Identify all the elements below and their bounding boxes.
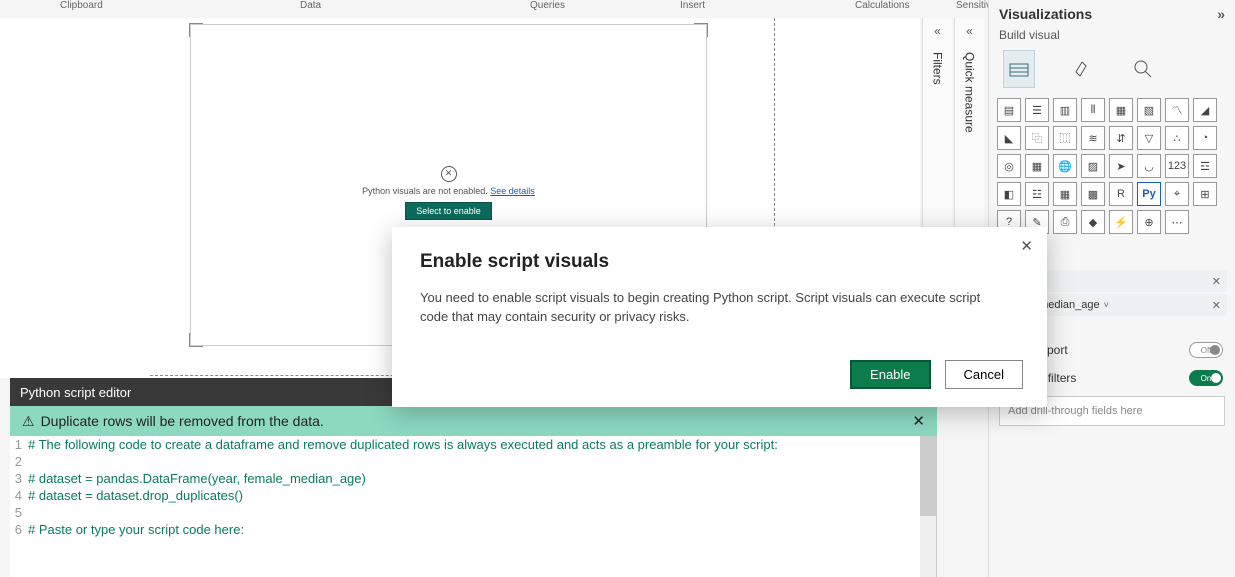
azure-map-icon[interactable]: ➤ — [1109, 154, 1133, 178]
stacked-column-chart-icon[interactable]: ▥ — [1053, 98, 1077, 122]
table-icon[interactable]: ▦ — [1053, 182, 1077, 206]
script-warning-bar: ⚠ Duplicate rows will be removed from th… — [10, 406, 937, 436]
matrix-icon[interactable]: ▩ — [1081, 182, 1105, 206]
stacked-bar-chart-icon[interactable]: ▤ — [997, 98, 1021, 122]
dialog-title: Enable script visuals — [420, 251, 1019, 273]
line-stacked-column-icon[interactable]: ⿻ — [1025, 126, 1049, 150]
waterfall-chart-icon[interactable]: ⇵ — [1109, 126, 1133, 150]
analytics-tab[interactable] — [1127, 50, 1159, 88]
build-visual-tab[interactable] — [1003, 50, 1035, 88]
ribbon-group-insert: Insert — [680, 0, 705, 11]
collapse-visualizations-icon[interactable]: » — [1217, 6, 1225, 22]
area-chart-icon[interactable]: ◢ — [1193, 98, 1217, 122]
close-dialog-button[interactable]: ✕ — [1020, 237, 1033, 255]
card-icon[interactable]: 123 — [1165, 154, 1189, 178]
script-warning-text: Duplicate rows will be removed from the … — [41, 413, 324, 429]
ribbon-chart-icon[interactable]: ≋ — [1081, 126, 1105, 150]
arcgis-icon[interactable]: ⊕ — [1137, 210, 1161, 234]
code-scrollbar[interactable] — [920, 436, 936, 577]
funnel-chart-icon[interactable]: ▽ — [1137, 126, 1161, 150]
python-script-code-area[interactable]: 1# The following code to create a datafr… — [10, 436, 937, 577]
keep-filters-toggle[interactable]: On — [1189, 370, 1223, 386]
visualization-type-gallery: ▤ ☰ ▥ ⫴ ▦ ▧ 〽 ◢ ◣ ⿻ ⿲ ≋ ⇵ ▽ ∴ ◔ ◎ ▦ 🌐 ▨ … — [989, 94, 1235, 238]
dialog-body: You need to enable script visuals to beg… — [420, 289, 1000, 327]
ribbon-group-clipboard: Clipboard — [60, 0, 103, 11]
pie-chart-icon[interactable]: ◔ — [1193, 126, 1217, 150]
ribbon-group-calculations: Calculations — [855, 0, 909, 11]
expand-quickmeasure-icon[interactable]: « — [955, 18, 984, 44]
power-apps-icon[interactable]: ◆ — [1081, 210, 1105, 234]
decomposition-tree-icon[interactable]: ⊞ — [1193, 182, 1217, 206]
enable-button[interactable]: Enable — [850, 360, 930, 389]
get-more-visuals-icon[interactable]: ⋯ — [1165, 210, 1189, 234]
stacked-area-chart-icon[interactable]: ◣ — [997, 126, 1021, 150]
map-icon[interactable]: 🌐 — [1053, 154, 1077, 178]
cross-report-toggle[interactable]: Off — [1189, 342, 1223, 358]
r-visual-icon[interactable]: R — [1109, 182, 1133, 206]
key-influencers-icon[interactable]: ⌖ — [1165, 182, 1189, 206]
hundred-stacked-bar-icon[interactable]: ▦ — [1109, 98, 1133, 122]
python-visual-icon[interactable]: Py — [1137, 182, 1161, 206]
expand-filters-icon[interactable]: « — [923, 18, 952, 44]
line-clustered-column-icon[interactable]: ⿲ — [1053, 126, 1077, 150]
line-chart-icon[interactable]: 〽 — [1165, 98, 1189, 122]
enable-script-visuals-dialog: ✕ Enable script visuals You need to enab… — [392, 227, 1047, 407]
format-visual-tab[interactable] — [1065, 50, 1097, 88]
filters-label: Filters — [931, 44, 945, 85]
visualizations-title: Visualizations — [999, 6, 1092, 22]
kpi-icon[interactable]: ◧ — [997, 182, 1021, 206]
select-to-enable-button[interactable]: Select to enable — [405, 202, 492, 220]
power-automate-icon[interactable]: ⚡ — [1109, 210, 1133, 234]
hundred-stacked-column-icon[interactable]: ▧ — [1137, 98, 1161, 122]
remove-field-icon[interactable]: ✕ — [1212, 299, 1221, 312]
error-icon: ✕ — [441, 166, 457, 182]
close-warning-button[interactable]: ✕ — [912, 412, 925, 430]
see-details-link[interactable]: See details — [490, 186, 535, 196]
visualizations-subtitle: Build visual — [989, 28, 1235, 46]
cancel-button[interactable]: Cancel — [945, 360, 1023, 389]
ribbon-group-queries: Queries — [530, 0, 565, 11]
clustered-bar-chart-icon[interactable]: ☰ — [1025, 98, 1049, 122]
treemap-icon[interactable]: ▦ — [1025, 154, 1049, 178]
clustered-column-chart-icon[interactable]: ⫴ — [1081, 98, 1105, 122]
paginated-report-icon[interactable]: ⎙ — [1053, 210, 1077, 234]
gauge-icon[interactable]: ◡ — [1137, 154, 1161, 178]
visual-disabled-message: Python visuals are not enabled. See deta… — [191, 186, 706, 196]
donut-chart-icon[interactable]: ◎ — [997, 154, 1021, 178]
filled-map-icon[interactable]: ▨ — [1081, 154, 1105, 178]
multi-row-card-icon[interactable]: ☲ — [1193, 154, 1217, 178]
scatter-chart-icon[interactable]: ∴ — [1165, 126, 1189, 150]
quick-measure-label: Quick measure — [963, 44, 977, 133]
warning-icon: ⚠ — [22, 413, 35, 430]
slicer-icon[interactable]: ☳ — [1025, 182, 1049, 206]
ribbon-group-data: Data — [300, 0, 321, 11]
